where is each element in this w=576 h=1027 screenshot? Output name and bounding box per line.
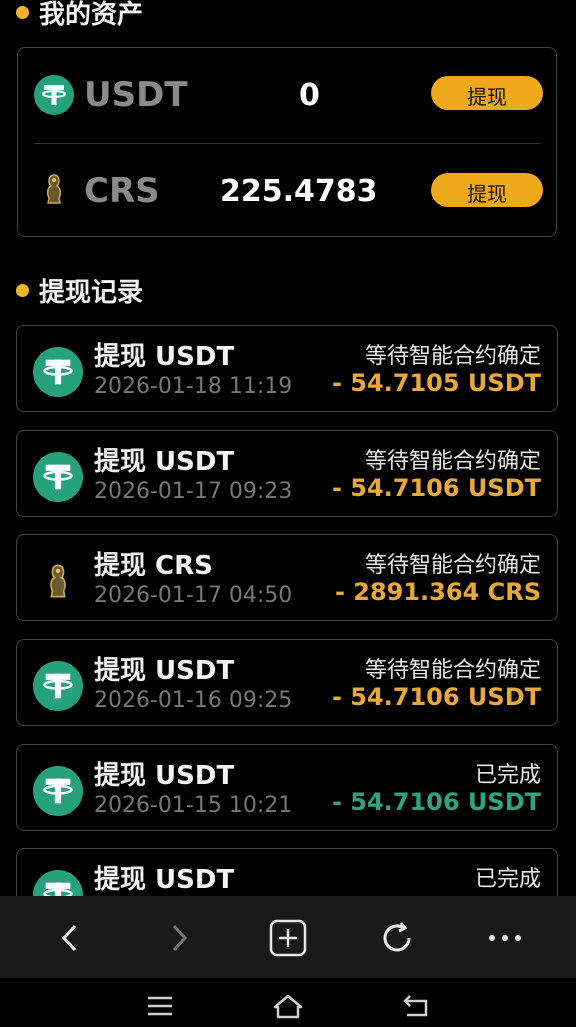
record-item[interactable]: 提现 USDT 2026-01-18 11:19 等待智能合约确定 - 54.7… (16, 325, 558, 412)
asset-amount: 0 (299, 77, 320, 113)
record-item[interactable]: 提现 USDT 已完成 (16, 848, 558, 896)
record-amount: - 54.7105 USDT (331, 369, 541, 397)
system-nav-bar (0, 978, 576, 1027)
withdraw-crs-button[interactable]: 提现 (431, 173, 543, 207)
assets-title: 我的资产 (39, 0, 144, 30)
record-title: 提现 USDT (94, 761, 235, 791)
record-date: 2026-01-17 04:50 (94, 583, 293, 608)
record-title: 提现 USDT (94, 656, 235, 686)
usdt-icon (33, 452, 83, 502)
usdt-icon (33, 870, 83, 896)
record-status: 已完成 (474, 763, 541, 788)
menu-icon[interactable] (142, 992, 178, 1020)
browser-toolbar (0, 896, 576, 978)
usdt-icon (33, 347, 83, 397)
new-tab-icon[interactable] (268, 918, 308, 958)
refresh-icon[interactable] (377, 918, 417, 958)
records-section-title: 提现记录 (16, 272, 143, 309)
usdt-icon (33, 661, 83, 711)
assets-section-title: 我的资产 (16, 0, 143, 31)
record-amount: - 2891.364 CRS (334, 578, 541, 606)
record-amount: - 54.7106 USDT (331, 683, 541, 711)
return-icon[interactable] (399, 992, 435, 1020)
record-status: 等待智能合约确定 (364, 658, 541, 683)
records-title: 提现记录 (39, 278, 144, 308)
record-amount: - 54.7106 USDT (331, 474, 541, 502)
crs-icon (33, 556, 83, 606)
record-title: 提现 USDT (94, 865, 235, 895)
record-item[interactable]: 提现 USDT 2026-01-15 10:21 已完成 - 54.7106 U… (16, 744, 558, 831)
record-item[interactable]: 提现 CRS 2026-01-17 04:50 等待智能合约确定 - 2891.… (16, 534, 558, 621)
record-status: 等待智能合约确定 (364, 344, 541, 369)
record-title: 提现 CRS (94, 551, 213, 581)
asset-symbol: CRS (84, 171, 160, 211)
record-amount: - 54.7106 USDT (331, 788, 541, 816)
record-date: 2026-01-17 09:23 (94, 479, 293, 504)
record-status: 已完成 (474, 867, 541, 892)
record-title: 提现 USDT (94, 447, 235, 477)
record-date: 2026-01-15 10:21 (94, 793, 293, 818)
record-item[interactable]: 提现 USDT 2026-01-17 09:23 等待智能合约确定 - 54.7… (16, 430, 558, 517)
back-icon[interactable] (50, 918, 90, 958)
asset-amount: 225.4783 (220, 173, 378, 209)
record-date: 2026-01-16 09:25 (94, 688, 293, 713)
asset-row-crs: CRS 225.4783 提现 (18, 144, 556, 238)
usdt-icon (33, 766, 83, 816)
crs-icon (34, 169, 74, 209)
assets-card: USDT 0 提现 CRS 225.4783 提现 (17, 47, 557, 237)
asset-symbol: USDT (84, 75, 188, 115)
withdraw-usdt-button[interactable]: 提现 (431, 76, 543, 110)
usdt-icon (34, 75, 74, 115)
record-date: 2026-01-18 11:19 (94, 374, 293, 399)
record-item[interactable]: 提现 USDT 2026-01-16 09:25 等待智能合约确定 - 54.7… (16, 639, 558, 726)
home-icon[interactable] (270, 992, 306, 1020)
record-title: 提现 USDT (94, 342, 235, 372)
forward-icon[interactable] (159, 918, 199, 958)
record-status: 等待智能合约确定 (364, 553, 541, 578)
section-dot (16, 284, 29, 297)
record-status: 等待智能合约确定 (364, 449, 541, 474)
section-dot (16, 6, 29, 19)
more-icon[interactable] (485, 918, 525, 958)
asset-row-usdt: USDT 0 提现 (18, 48, 556, 142)
